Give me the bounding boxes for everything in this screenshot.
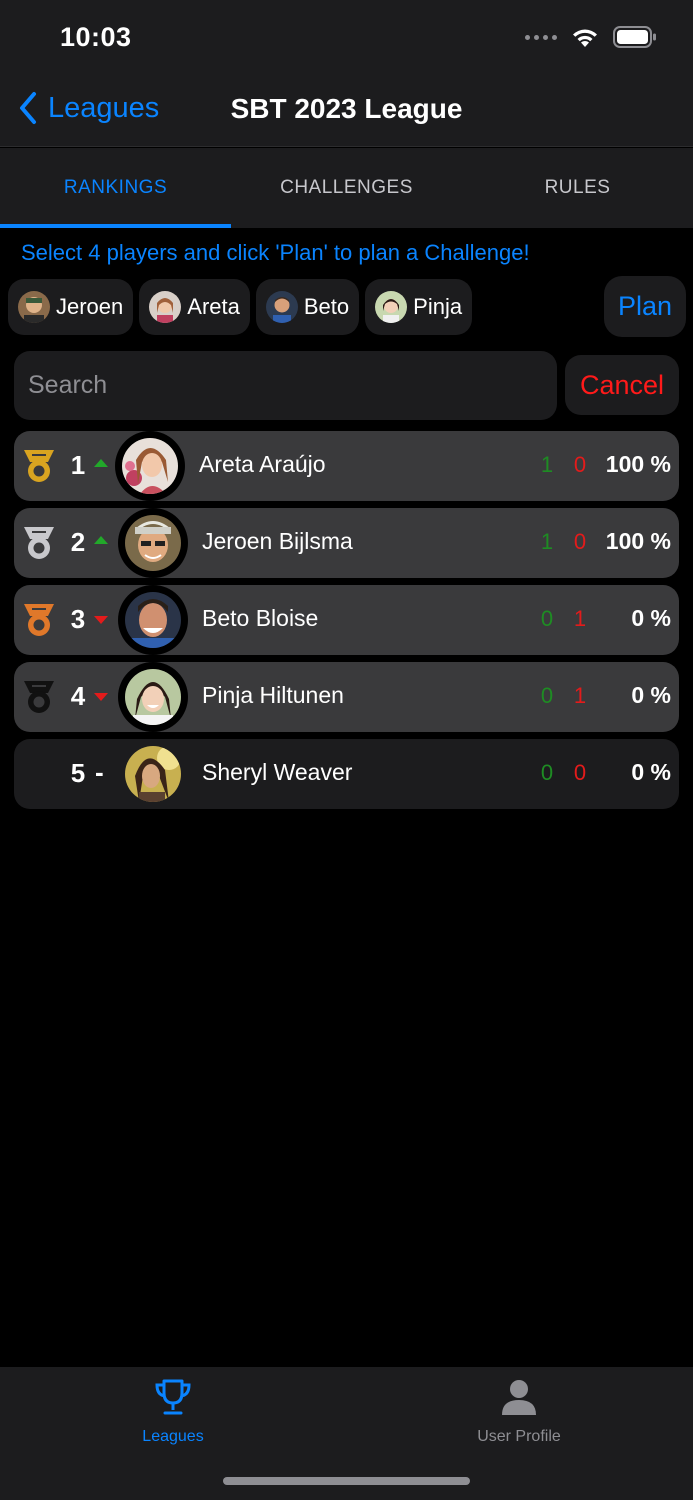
ranking-row[interactable]: 3 Beto Bloise 0 1 0 % [14, 585, 679, 655]
status-icons [525, 26, 657, 48]
wifi-icon [573, 29, 597, 47]
avatar [118, 508, 188, 578]
losses-count: 0 [573, 760, 587, 785]
ranking-row[interactable]: 2 Jeroen Bijlsma 1 0 100 % [14, 508, 679, 578]
chip-label: Pinja [413, 294, 463, 319]
trend-up-icon [94, 536, 108, 544]
rank-number: 3 [70, 604, 86, 634]
rank-number: 5 [70, 758, 86, 788]
trend-down-icon [94, 616, 108, 624]
trophy-icon [155, 1379, 191, 1415]
tab-label: User Profile [477, 1428, 561, 1445]
tab-rankings[interactable]: RANKINGS [0, 148, 231, 228]
home-indicator[interactable] [223, 1477, 470, 1485]
cancel-button[interactable]: Cancel [565, 355, 679, 415]
rank-number: 4 [70, 681, 86, 711]
win-percentage: 0 % [631, 759, 671, 785]
tab-challenges[interactable]: CHALLENGES [231, 148, 462, 228]
losses-count: 1 [573, 683, 587, 708]
plan-button[interactable]: Plan [604, 276, 686, 337]
trend-up-icon [94, 459, 108, 467]
avatar [265, 291, 298, 323]
wins-count: 0 [540, 683, 554, 708]
ranking-row[interactable]: 1 Areta Araújo 1 0 100 % [14, 431, 679, 501]
avatar [18, 291, 50, 323]
cellular-signal-icon [525, 34, 557, 40]
avatar [115, 431, 185, 501]
avatar [149, 291, 182, 323]
chip-label: Areta [187, 294, 240, 319]
segment-tabs: RANKINGS CHALLENGES RULES [0, 148, 693, 228]
chip-label: Jeroen [56, 294, 124, 319]
win-percentage: 100 % [605, 528, 671, 554]
tab-rules[interactable]: RULES [462, 148, 693, 228]
selected-player-chip[interactable]: Beto [255, 279, 360, 335]
player-name: Sheryl Weaver [202, 759, 353, 785]
avatar [375, 291, 408, 323]
selected-players: Jeroen Areta Beto Pinja [8, 279, 473, 335]
avatar [118, 662, 188, 732]
rank-number: 2 [70, 527, 86, 557]
player-name: Beto Bloise [202, 605, 319, 631]
instruction-text: Select 4 players and click 'Plan' to pla… [21, 240, 530, 265]
black-medal-icon [24, 681, 54, 713]
ranking-row[interactable]: 4 Pinja Hiltunen 0 1 0 % [14, 662, 679, 732]
avatar [118, 739, 188, 809]
tab-label: Leagues [142, 1428, 204, 1445]
losses-count: 0 [573, 452, 587, 477]
silver-medal-icon [24, 527, 54, 559]
person-icon [502, 1380, 536, 1415]
player-name: Pinja Hiltunen [202, 682, 344, 708]
page-title: SBT 2023 League [230, 93, 463, 124]
wins-count: 1 [540, 529, 554, 554]
status-bar: 10:03 [0, 0, 693, 75]
losses-count: 0 [573, 529, 587, 554]
losses-count: 1 [573, 606, 587, 631]
battery-icon [613, 26, 656, 48]
tab-user-profile[interactable]: User Profile [419, 1377, 619, 1446]
bronze-medal-icon [24, 604, 54, 636]
selected-player-chip[interactable]: Jeroen [8, 279, 134, 335]
trend-none: - [95, 757, 104, 787]
player-name: Jeroen Bijlsma [202, 528, 353, 554]
gold-medal-icon [24, 450, 54, 482]
win-percentage: 100 % [605, 451, 671, 477]
trend-down-icon [94, 693, 108, 701]
wins-count: 0 [540, 606, 554, 631]
tab-leagues[interactable]: Leagues [73, 1377, 273, 1446]
selected-player-chip[interactable]: Pinja [365, 279, 473, 335]
ranking-row[interactable]: 5 - Sheryl Weaver 0 0 0 % [14, 739, 679, 809]
status-time: 10:03 [60, 22, 132, 52]
chip-label: Beto [303, 294, 350, 319]
search-input[interactable] [14, 351, 557, 420]
wins-count: 0 [540, 760, 554, 785]
avatar [118, 585, 188, 655]
rankings-list: 1 Areta Araújo 1 0 100 % 2 Jeroen Bijlsm… [14, 431, 679, 816]
win-percentage: 0 % [631, 605, 671, 631]
player-name: Areta Araújo [199, 451, 326, 477]
navigation-bar: Leagues SBT 2023 League [0, 75, 693, 147]
rank-number: 1 [70, 450, 86, 480]
win-percentage: 0 % [631, 682, 671, 708]
wins-count: 1 [540, 452, 554, 477]
selected-player-chip[interactable]: Areta [139, 279, 250, 335]
